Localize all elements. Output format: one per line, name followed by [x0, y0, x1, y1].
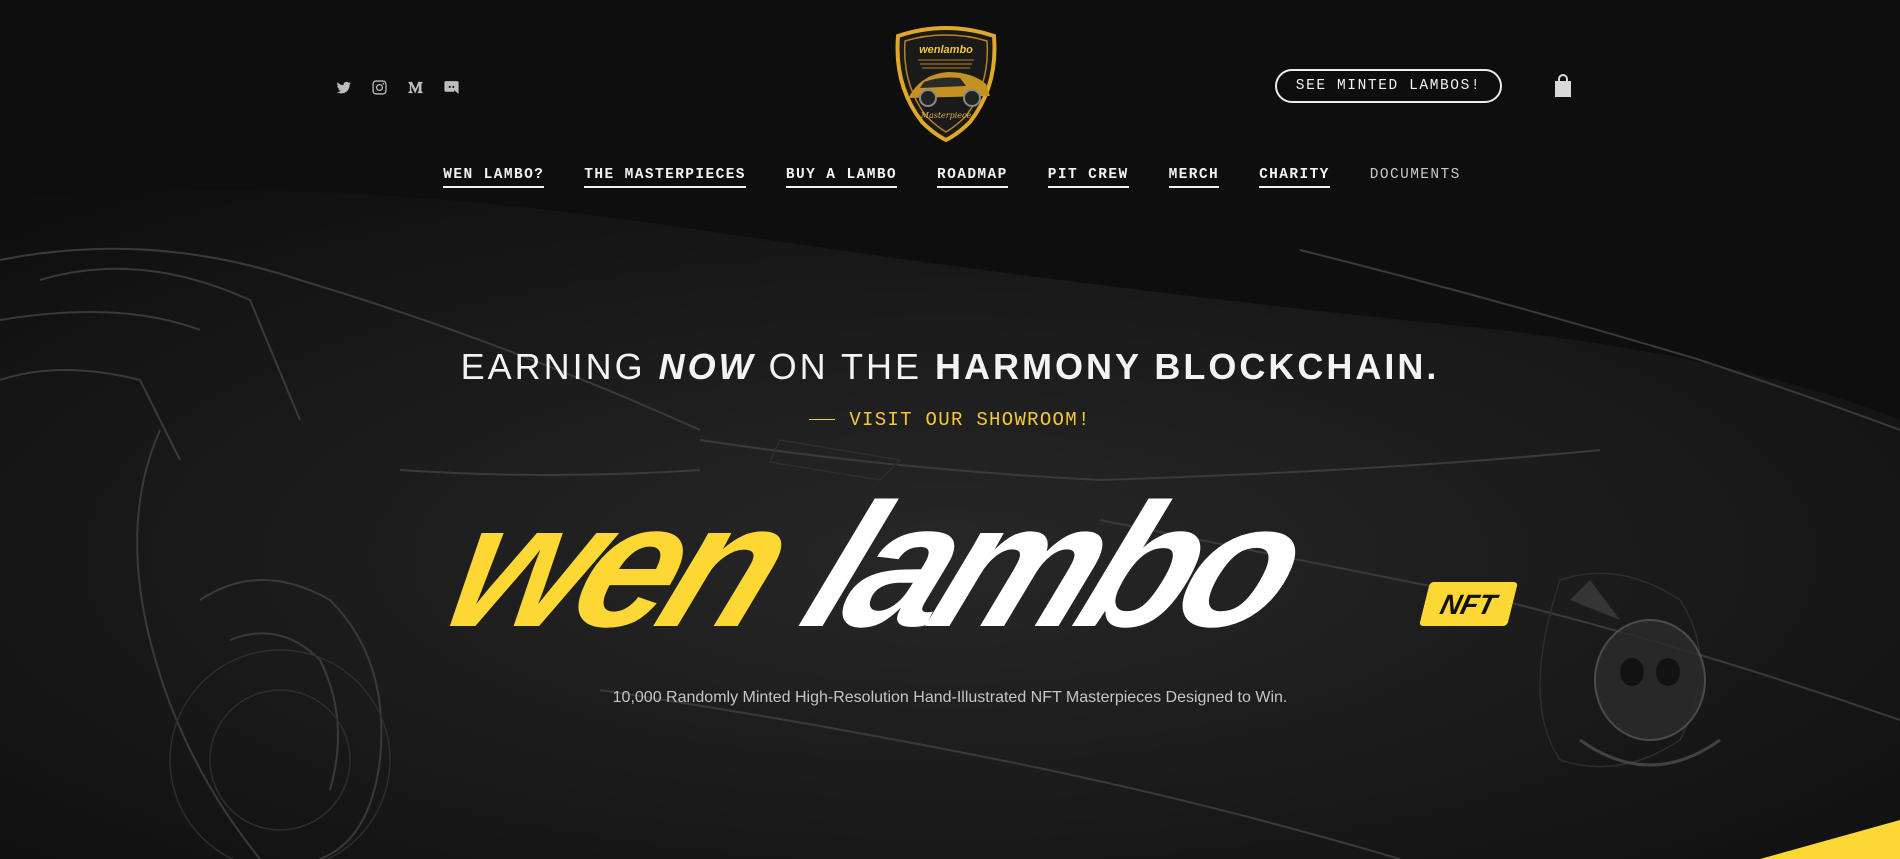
headline-part-earning: EARNING: [460, 346, 659, 387]
see-minted-lambos-button[interactable]: SEE MINTED LAMBOS!: [1275, 69, 1502, 103]
site-logo-crest[interactable]: wenlambo Masterpiece: [890, 25, 1002, 143]
medium-icon[interactable]: [404, 76, 426, 98]
nav-charity[interactable]: CHARITY: [1259, 167, 1330, 188]
twitter-icon[interactable]: [332, 76, 354, 98]
visit-showroom-link[interactable]: VISIT OUR SHOWROOM!: [0, 409, 1900, 431]
headline-part-on-the: ON THE: [755, 346, 936, 387]
wordmark-nft: NFT: [1437, 589, 1502, 621]
hero-tagline: 10,000 Randomly Minted High-Resolution H…: [612, 689, 1288, 706]
nav-documents[interactable]: DOCUMENTS: [1370, 167, 1461, 188]
instagram-icon[interactable]: [368, 76, 390, 98]
hero-headline: EARNING NOW ON THE HARMONY BLOCKCHAIN.: [0, 346, 1900, 388]
wenlambo-wordmark: wen lambo NFT: [372, 466, 1532, 676]
wordmark-lambo: lambo: [780, 466, 1332, 663]
main-nav: WEN LAMBO? THE MASTERPIECES BUY A LAMBO …: [0, 167, 1900, 188]
wordmark-wen: wen: [420, 466, 815, 663]
nav-roadmap[interactable]: ROADMAP: [937, 167, 1008, 188]
headline-part-harmony: HARMONY BLOCKCHAIN.: [935, 346, 1440, 387]
headline-part-now: NOW: [658, 346, 756, 387]
nav-buy-a-lambo[interactable]: BUY A LAMBO: [785, 167, 898, 188]
logo-bottom-text: Masterpiece: [920, 111, 972, 120]
logo-top-text: wenlambo: [919, 44, 973, 56]
cart-icon[interactable]: [1552, 74, 1574, 98]
nav-wen-lambo[interactable]: WEN LAMBO?: [443, 167, 545, 188]
nav-pit-crew[interactable]: PIT CREW: [1047, 167, 1129, 188]
discord-icon[interactable]: [440, 76, 462, 98]
showroom-label: VISIT OUR SHOWROOM!: [849, 409, 1091, 431]
nav-merch[interactable]: MERCH: [1168, 167, 1220, 188]
nav-the-masterpieces[interactable]: THE MASTERPIECES: [584, 167, 746, 188]
showroom-dash: [809, 419, 836, 421]
social-links: [332, 76, 462, 98]
